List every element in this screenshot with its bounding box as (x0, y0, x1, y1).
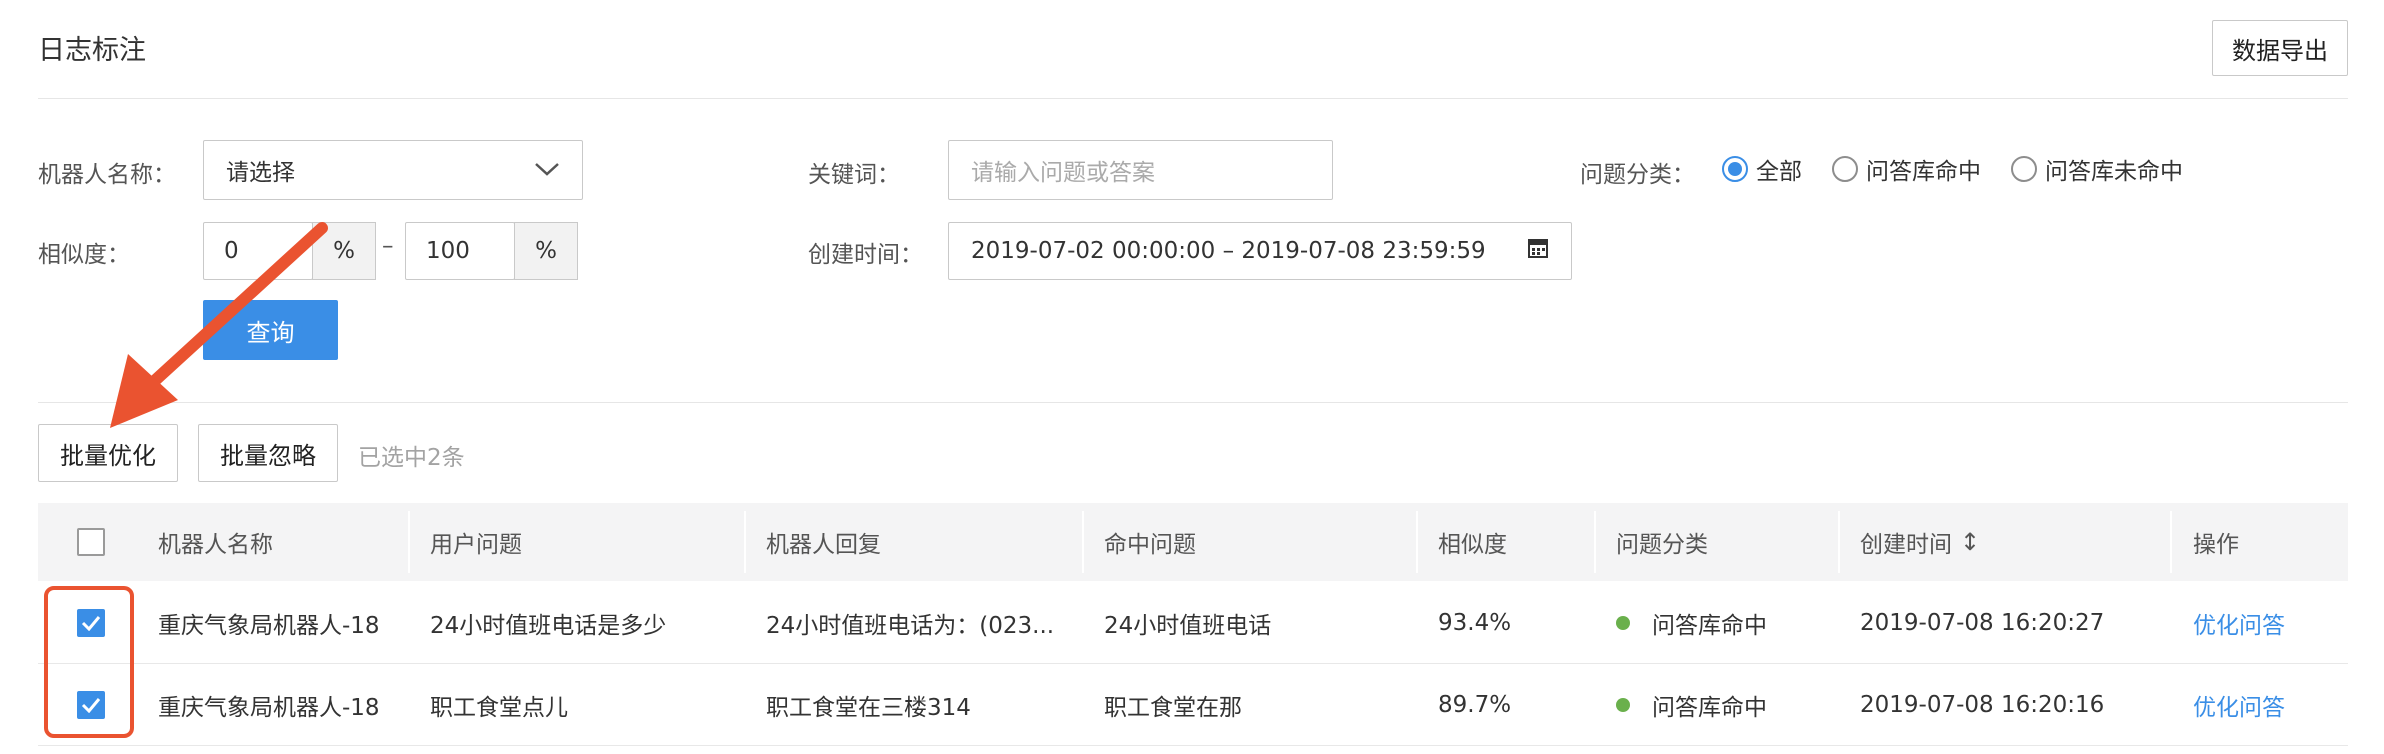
annotation-arrow-icon (110, 222, 328, 428)
